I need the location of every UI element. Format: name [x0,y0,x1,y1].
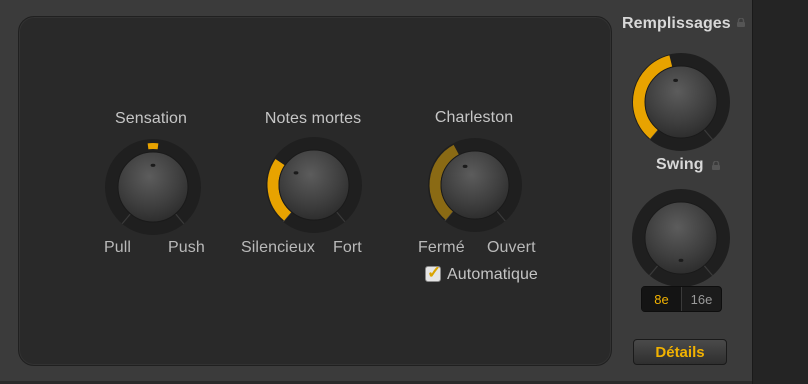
knob-graphic [266,137,362,233]
swing-title: Swing [656,156,704,173]
knob-graphic [105,139,201,235]
knob-cap [440,150,510,220]
automatique-label: Automatique [447,266,538,283]
notes-mortes-knob[interactable] [265,136,363,234]
swing-resolution-selector: 8e 16e [641,286,722,312]
knob-pointer [673,78,679,82]
notes-mortes-title: Notes mortes [264,110,362,127]
right-side-strip [752,0,808,384]
knob-pointer [293,171,299,175]
checkmark-icon: ✓ [427,263,442,282]
knob-cap [278,149,350,221]
knob-graphic [632,189,730,287]
charleston-knob[interactable] [427,137,523,233]
knob-pointer [462,164,468,168]
remplissages-knob[interactable] [631,52,731,152]
charleston-title: Charleston [434,109,514,126]
knob-cap [644,65,718,139]
details-button[interactable]: Détails [633,339,727,365]
automatique-checkbox[interactable]: ✓ [425,263,442,282]
lock-icon[interactable] [736,18,746,27]
knob-pointer [150,163,156,167]
knob-graphic [632,53,730,151]
charleston-left-label: Fermé [418,239,465,256]
sensation-right-label: Push [168,239,205,256]
knob-cap [644,201,718,275]
resolution-16e-button[interactable]: 16e [682,287,721,311]
notes-mortes-right-label: Fort [333,239,362,256]
remplissages-title: Remplissages [622,15,731,32]
resolution-8e-button[interactable]: 8e [642,287,682,311]
charleston-right-label: Ouvert [487,239,536,256]
sensation-left-label: Pull [104,239,132,256]
sensation-title: Sensation [114,110,188,127]
knob-cap [117,151,189,223]
sensation-knob[interactable] [104,138,202,236]
knob-pointer [678,258,684,262]
knob-graphic [428,138,522,232]
lock-icon[interactable] [711,161,721,170]
notes-mortes-left-label: Silencieux [241,239,315,256]
swing-knob[interactable] [631,188,731,288]
